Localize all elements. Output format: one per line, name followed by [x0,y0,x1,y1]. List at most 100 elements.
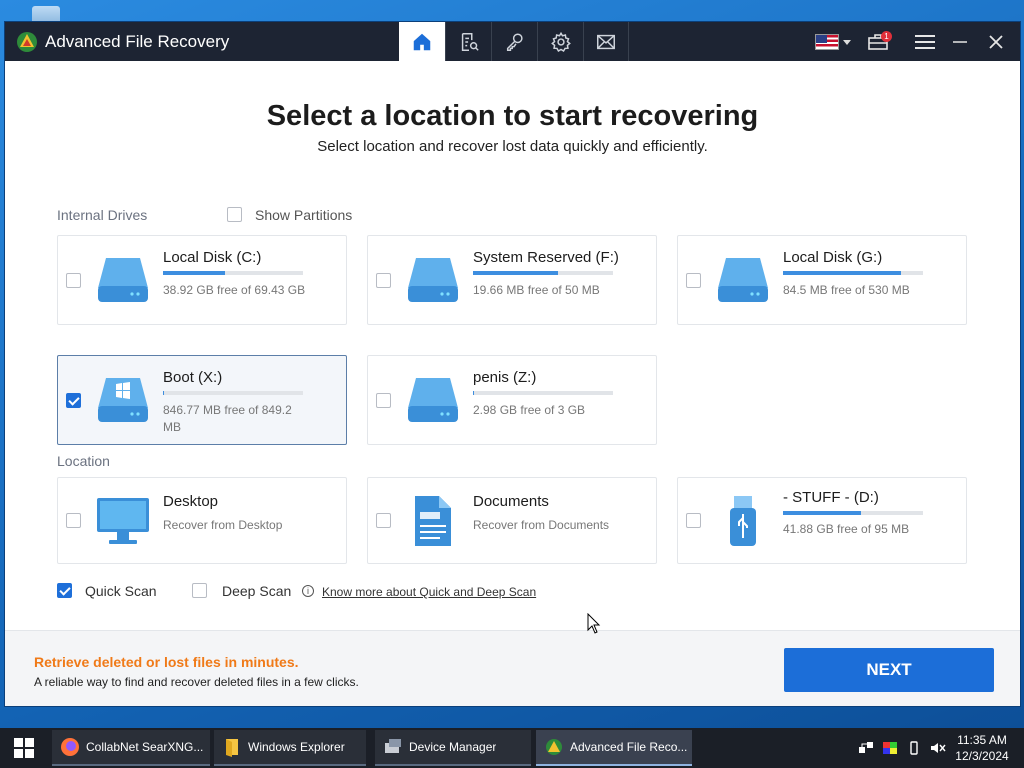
location-name: - STUFF - (D:) [783,489,879,506]
drive-name: penis (Z:) [473,369,537,386]
key-icon [506,32,523,51]
usb-drive-icon [730,496,756,546]
quick-scan-label[interactable]: Quick Scan [85,583,157,599]
app-title: Advanced File Recovery [45,32,230,51]
drive-free-space: 2.98 GB free of 3 GB [473,403,586,417]
show-partitions-checkbox[interactable] [227,207,242,222]
taskbar-item-label: CollabNet SearXNG... [86,740,204,754]
gear-icon [550,31,571,52]
taskbar-item-label: Advanced File Reco... [570,740,688,754]
next-button[interactable]: NEXT [784,648,994,692]
footer-bar: Retrieve deleted or lost files in minute… [5,630,1020,706]
drive-card-c[interactable]: Local Disk (C:) 38.92 GB free of 69.43 G… [57,235,347,325]
page-subtitle: Select location and recover lost data qu… [317,138,708,155]
drive-card-z[interactable]: penis (Z:) 2.98 GB free of 3 GB [367,355,657,445]
hard-drive-icon [408,378,458,422]
drive-free-space: 19.66 MB free of 50 MB [473,283,600,297]
drive-free-space: 38.92 GB free of 69.43 GB [163,283,306,297]
location-label: Location [57,453,110,469]
firefox-icon [61,738,79,756]
internal-drives-label: Internal Drives [57,207,148,223]
scan-info-link[interactable]: Know more about Quick and Deep Scan [322,585,536,599]
drive-free-space: 846.77 MB free of 849.2 MB [163,403,292,434]
page-title: Select a location to start recovering [266,100,759,132]
clock-time: 11:35 AM [957,733,1007,747]
quick-scan-checkbox[interactable] [57,583,72,598]
close-button[interactable] [981,22,1011,61]
taskbar-item-label: Windows Explorer [248,740,345,754]
document-search-icon [461,32,479,51]
location-description: Recover from Desktop [163,518,283,532]
clock-date: 12/3/2024 [955,749,1009,763]
location-card-documents[interactable]: Documents Recover from Documents [367,477,657,564]
chevron-down-icon [843,39,851,45]
drive-usage-bar [163,391,303,395]
drive-name: Boot (X:) [163,369,223,386]
drive-usage-bar [473,271,613,275]
taskbar-clock[interactable]: 11:35 AM 12/3/2024 [950,732,1014,764]
drive-free-space: 84.5 MB free of 530 MB [783,283,910,297]
mail-icon [597,34,615,49]
tab-scan-log[interactable] [445,22,491,61]
start-button[interactable] [0,728,48,768]
system-tray [858,728,954,768]
taskbar-item-firefox[interactable]: CollabNet SearXNG... [52,730,210,766]
taskbar-item-advanced-file-recovery[interactable]: Advanced File Reco... [536,730,692,766]
language-selector[interactable] [811,22,855,61]
taskbar: CollabNet SearXNG... Windows Explorer De… [0,728,1024,768]
taskbar-item-device-manager[interactable]: Device Manager [375,730,531,766]
location-checkbox[interactable] [66,513,81,528]
windows-drive-icon [98,378,148,422]
toolbox-icon: 1 [868,30,892,50]
home-icon [413,33,431,50]
taskbar-item-label: Device Manager [409,740,497,754]
app-window: Advanced File Recovery 1 Select a locati… [5,22,1020,706]
minimize-button[interactable] [945,22,975,61]
drive-card-x[interactable]: Boot (X:) 846.77 MB free of 849.2 MB [57,355,347,445]
hard-drive-icon [718,258,768,302]
drive-checkbox[interactable] [686,273,701,288]
drive-checkbox[interactable] [376,273,391,288]
tab-contact[interactable] [583,22,629,61]
tab-settings[interactable] [537,22,583,61]
location-card-stuff-d[interactable]: - STUFF - (D:) 41.88 GB free of 95 MB [677,477,967,564]
display-icon[interactable] [882,741,898,755]
mouse-cursor-icon [587,613,601,634]
footer-title: Retrieve deleted or lost files in minute… [34,654,299,670]
drive-usage-bar [783,271,923,275]
drive-usage-bar [783,511,923,515]
footer-subtitle: A reliable way to find and recover delet… [34,675,359,689]
hamburger-icon [915,34,935,49]
drive-free-space: 41.88 GB free of 95 MB [783,522,910,536]
folder-icon [226,739,238,757]
deep-scan-checkbox[interactable] [192,583,207,598]
network-icon[interactable] [858,741,874,755]
deep-scan-label[interactable]: Deep Scan [222,583,291,599]
title-bar: Advanced File Recovery 1 [5,22,1020,61]
location-checkbox[interactable] [686,513,701,528]
location-checkbox[interactable] [376,513,391,528]
location-name: Documents [473,493,549,510]
usb-icon[interactable] [906,741,922,755]
drive-name: Local Disk (C:) [163,249,262,266]
notifications-button[interactable]: 1 [863,22,893,61]
tab-home[interactable] [399,22,445,61]
document-icon [415,496,451,546]
menu-button[interactable] [909,22,941,61]
drive-card-g[interactable]: Local Disk (G:) 84.5 MB free of 530 MB [677,235,967,325]
drive-checkbox[interactable] [66,393,81,408]
show-partitions-label[interactable]: Show Partitions [255,207,352,223]
drive-checkbox[interactable] [376,393,391,408]
taskbar-item-explorer[interactable]: Windows Explorer [214,730,366,766]
hard-drive-icon [408,258,458,302]
speaker-muted-icon[interactable] [930,741,946,755]
drive-card-f[interactable]: System Reserved (F:) 19.66 MB free of 50… [367,235,657,325]
notification-badge: 1 [881,30,892,42]
location-card-desktop[interactable]: Desktop Recover from Desktop [57,477,347,564]
drive-name: System Reserved (F:) [473,249,619,266]
tab-register[interactable] [491,22,537,61]
windows-logo-icon [14,738,34,758]
drive-name: Local Disk (G:) [783,249,883,266]
drive-checkbox[interactable] [66,273,81,288]
minimize-icon [953,40,967,43]
